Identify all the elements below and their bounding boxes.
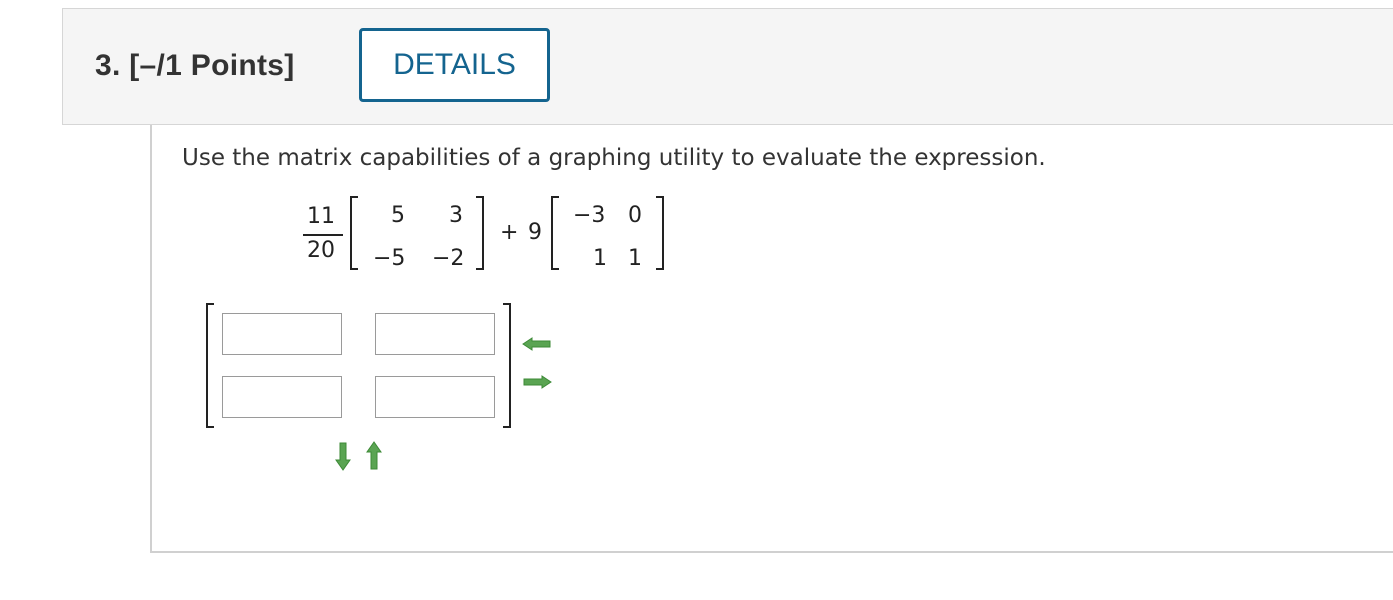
arrow-up-icon[interactable] xyxy=(366,441,382,471)
instructions-text: Use the matrix capabilities of a graphin… xyxy=(182,145,1046,171)
arrow-down-icon[interactable] xyxy=(335,441,351,471)
matrix-b-cell: 1 xyxy=(628,246,642,271)
matrix-b-cell: 0 xyxy=(628,203,642,228)
answer-cell-r2c2[interactable] xyxy=(375,376,495,418)
answer-cell-r1c2[interactable] xyxy=(375,313,495,355)
fraction-bar xyxy=(303,234,343,236)
matrix-b-right-bracket xyxy=(656,196,664,270)
details-button[interactable]: DETAILS xyxy=(359,28,550,102)
plus-operator: + xyxy=(500,220,519,245)
matrix-a-right-bracket xyxy=(476,196,484,270)
arrow-right-icon[interactable] xyxy=(522,374,552,389)
matrix-a-cell: 3 xyxy=(449,203,463,228)
fraction-denominator: 20 xyxy=(307,238,335,263)
answer-cell-r2c1[interactable] xyxy=(222,376,342,418)
answer-right-bracket xyxy=(503,303,511,428)
matrix-b-left-bracket xyxy=(551,196,559,270)
matrix-a-cell: 5 xyxy=(391,203,405,228)
question-header: 3. [–/1 Points] DETAILS xyxy=(62,8,1393,125)
arrow-left-icon[interactable] xyxy=(522,336,552,351)
question-label: 3. [–/1 Points] xyxy=(95,49,295,82)
matrix-b-cell: −3 xyxy=(573,203,606,228)
fraction-numerator: 11 xyxy=(307,204,335,229)
matrix-b-cell: 1 xyxy=(593,246,607,271)
matrix-a-cell: −2 xyxy=(432,246,465,271)
matrix-a-cell: −5 xyxy=(373,246,406,271)
matrix-a-left-bracket xyxy=(350,196,358,270)
scalar-b: 9 xyxy=(528,220,542,245)
answer-left-bracket xyxy=(206,303,214,428)
answer-cell-r1c1[interactable] xyxy=(222,313,342,355)
